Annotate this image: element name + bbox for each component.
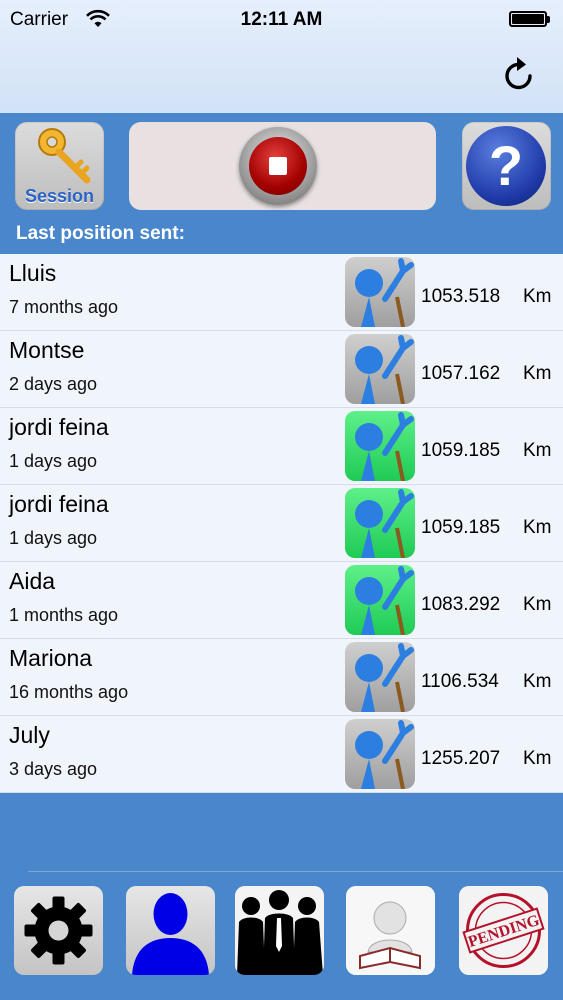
contact-row[interactable]: Montse 2 days ago 1057.162 Km — [0, 331, 563, 408]
contact-distance: 1053.518 — [421, 286, 501, 307]
distance-unit: Km — [523, 363, 552, 384]
person-avatar-icon — [345, 411, 415, 482]
top-bar: Carrier 12:11 AM — [0, 0, 563, 113]
contact-last-seen: 7 months ago — [9, 297, 119, 317]
battery-icon — [509, 11, 550, 27]
help-question-icon: ? — [466, 126, 546, 206]
settings-gear-icon — [24, 896, 93, 965]
distance-unit: Km — [523, 748, 552, 769]
contact-row[interactable]: Lluis 7 months ago 1053.518 Km — [0, 254, 563, 331]
help-button[interactable]: ? — [462, 122, 551, 210]
contact-name: Mariona — [9, 645, 93, 671]
contact-name: Montse — [9, 337, 85, 363]
session-label: Session — [24, 186, 95, 206]
contact-last-seen: 1 months ago — [9, 605, 119, 625]
reading-person-icon — [346, 886, 435, 975]
contact-last-seen: 16 months ago — [9, 682, 129, 702]
contact-distance: 1059.185 — [421, 440, 501, 461]
user-profile-icon — [132, 893, 209, 975]
record-panel — [129, 122, 436, 210]
contact-row[interactable]: jordi feina 1 days ago 1059.185 Km — [0, 485, 563, 562]
person-avatar-icon — [345, 565, 415, 636]
contact-name: Lluis — [9, 260, 57, 286]
distance-unit: Km — [523, 286, 552, 307]
bottom-toolbar: PENDING — [0, 880, 563, 1000]
pending-button[interactable]: PENDING — [459, 886, 548, 975]
contact-name: Aida — [9, 568, 56, 594]
distance-unit: Km — [523, 517, 552, 538]
contact-last-seen: 2 days ago — [9, 374, 98, 394]
distance-unit: Km — [523, 594, 552, 615]
session-button[interactable]: Session — [15, 122, 104, 210]
contact-last-seen: 1 days ago — [9, 451, 98, 471]
status-time: 12:11 AM — [240, 9, 323, 30]
person-avatar-icon — [345, 334, 415, 405]
distance-unit: Km — [523, 671, 552, 692]
distance-unit: Km — [523, 440, 552, 461]
last-position-title: Last position sent: — [16, 223, 185, 244]
person-avatar-icon — [345, 642, 415, 713]
contact-name: jordi feina — [9, 414, 109, 440]
reading-button[interactable] — [346, 886, 435, 975]
contact-row[interactable]: July 3 days ago 1255.207 Km — [0, 716, 563, 793]
contact-row[interactable]: Mariona 16 months ago 1106.534 Km — [0, 639, 563, 716]
control-row: Session ? Last position sent: — [0, 113, 563, 253]
profile-button[interactable] — [126, 886, 215, 975]
contact-list: Lluis 7 months ago 1053.518 Km Montse 2 … — [0, 254, 563, 793]
group-people-icon — [235, 886, 324, 975]
contact-row[interactable]: jordi feina 1 days ago 1059.185 Km — [0, 408, 563, 485]
contact-row[interactable]: Aida 1 months ago 1083.292 Km — [0, 562, 563, 639]
contact-distance: 1083.292 — [421, 594, 501, 615]
settings-button[interactable] — [14, 886, 103, 975]
contact-last-seen: 3 days ago — [9, 759, 98, 779]
contact-name: jordi feina — [9, 491, 109, 517]
contact-distance: 1106.534 — [421, 671, 499, 692]
contact-distance: 1059.185 — [421, 517, 501, 538]
person-avatar-icon — [345, 488, 415, 559]
stop-record-button[interactable] — [239, 127, 317, 205]
stop-record-icon — [249, 137, 307, 195]
contact-last-seen: 1 days ago — [9, 528, 98, 548]
person-avatar-icon — [345, 719, 415, 790]
key-icon — [38, 128, 91, 184]
toolbar-divider — [28, 871, 563, 872]
refresh-icon[interactable] — [501, 54, 537, 92]
groups-button[interactable] — [235, 886, 324, 975]
contact-distance: 1057.162 — [421, 363, 501, 384]
pending-stamp-icon: PENDING — [459, 886, 548, 975]
contact-distance: 1255.207 — [421, 748, 501, 769]
contact-name: July — [9, 722, 50, 748]
person-avatar-icon — [345, 257, 415, 328]
status-bar: Carrier 12:11 AM — [0, 0, 563, 40]
